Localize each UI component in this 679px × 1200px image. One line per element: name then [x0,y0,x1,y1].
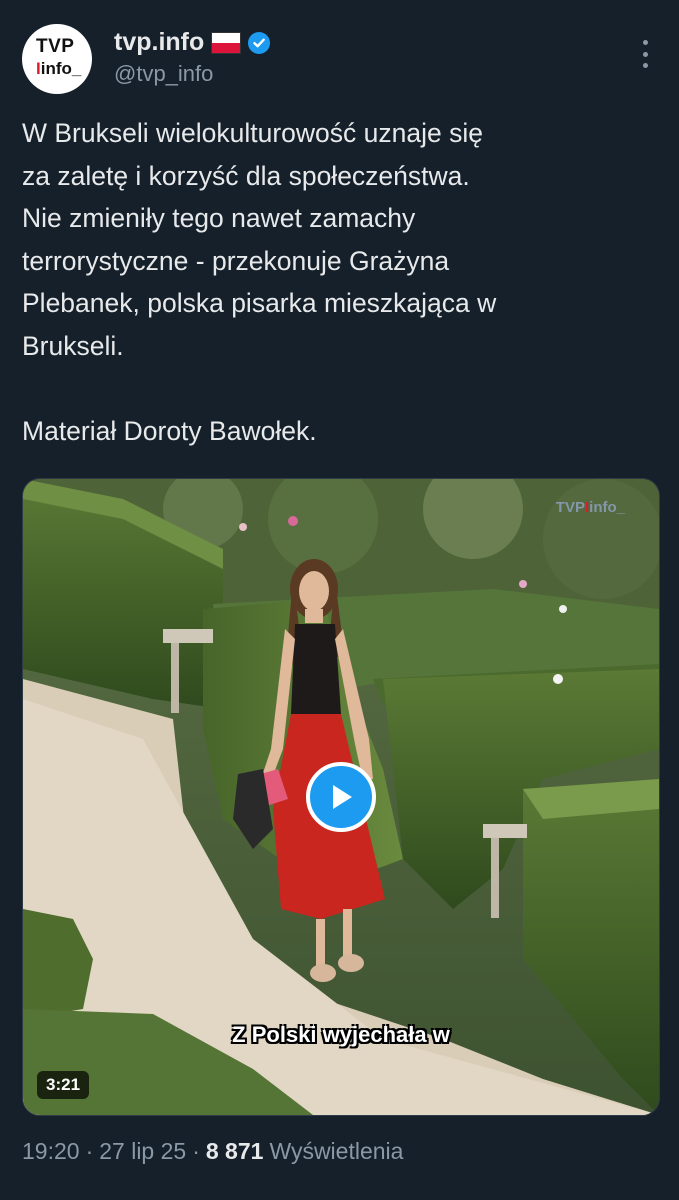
poland-flag-icon [211,31,242,54]
author-names[interactable]: tvp.info @tvp_info [114,28,271,87]
views-count[interactable]: 8 871 [206,1138,264,1165]
tweet-line: Brukseli. [22,330,124,361]
video-duration-badge: 3:21 [37,1071,90,1099]
views-label[interactable]: Wyświetlenia [269,1138,403,1165]
display-name-text: tvp.info [114,28,205,56]
tweet-line: Plebanek, polska pisarka mieszkająca w [22,288,497,318]
handle[interactable]: @tvp_info [114,61,270,87]
play-icon [333,785,352,809]
tweet-credit: Materiał Doroty Bawołek. [22,415,317,446]
avatar-text-tvp: TVP [36,36,75,57]
tweet-text: W Brukseli wielokulturowość uznaje się z… [22,112,652,452]
tweet-time[interactable]: 19:20 [22,1138,80,1165]
tweet-line: W Brukseli wielokulturowość uznaje się [22,118,483,148]
play-button[interactable] [306,762,376,832]
tweet-line: Nie zmieniły tego nawet zamachy [22,203,416,233]
meta-separator: · [85,1138,94,1164]
meta-separator: · [192,1138,200,1164]
more-options-icon[interactable] [639,40,651,68]
tweet-line: terrorystyczne - przekonuje Grażyna [22,245,450,276]
avatar-text-info: Iinfo_ [36,59,82,78]
tweet-date[interactable]: 27 lip 25 [99,1138,186,1165]
tweet-meta: 19:20 · 27 lip 25 · 8 871 Wyświetlenia [22,1138,403,1165]
tvp-info-watermark: TVPIinfo_ [555,499,625,516]
avatar[interactable]: TVP Iinfo_ [22,24,92,94]
video-player[interactable]: TVPIinfo_ Z Polski wyjechała w 3:21 [22,478,660,1116]
tweet-header: TVP Iinfo_ tvp.info @tvp_info [22,24,657,94]
display-name[interactable]: tvp.info [114,28,271,57]
video-subtitle: Z Polski wyjechała w [232,1022,450,1047]
verified-badge-icon[interactable] [248,31,271,54]
tweet-line: za zaletę i korzyść dla społeczeństwa. [22,160,470,191]
